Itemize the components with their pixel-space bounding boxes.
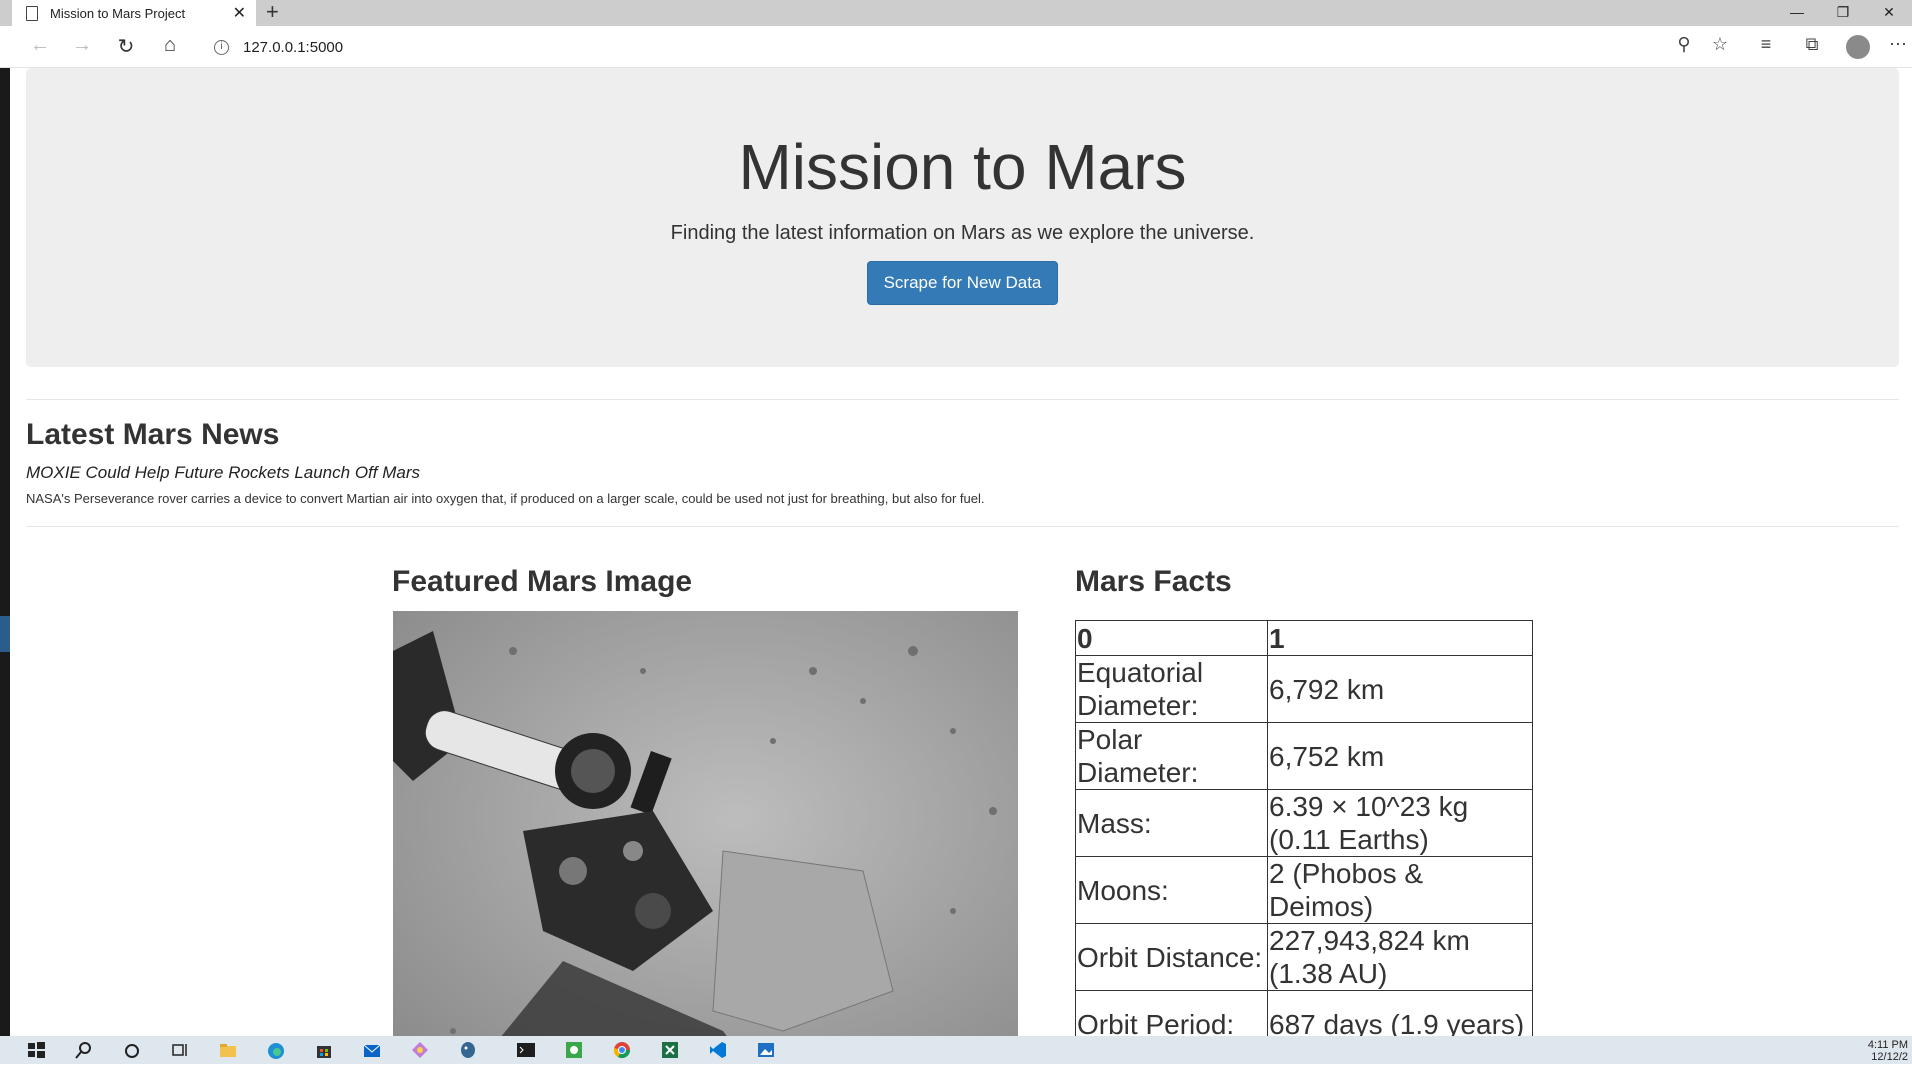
fact-value: 6.39 × 10^23 kg (0.11 Earths): [1267, 789, 1533, 857]
vscode-icon[interactable]: [708, 1040, 728, 1060]
page-title: Mission to Mars: [738, 131, 1187, 203]
news-title: MOXIE Could Help Future Rockets Launch O…: [26, 463, 420, 482]
fact-value: 227,943,824 km (1.38 AU): [1267, 923, 1533, 991]
task-view-icon[interactable]: [170, 1040, 190, 1060]
fact-value: 6,792 km: [1267, 655, 1533, 723]
page-icon: [26, 5, 38, 21]
fact-label: Polar Diameter:: [1075, 722, 1268, 790]
scrape-button[interactable]: Scrape for New Data: [866, 261, 1059, 305]
profile-avatar[interactable]: [1846, 35, 1870, 59]
clock-time: 4:11 PM: [1867, 1039, 1908, 1051]
forward-icon[interactable]: →: [68, 34, 96, 57]
table-header-row: 0 1: [1075, 620, 1533, 656]
divider: [26, 399, 1899, 400]
fact-label: Orbit Period:: [1075, 990, 1268, 1036]
column-header: 0: [1075, 620, 1268, 656]
tab-title: Mission to Mars Project: [50, 5, 186, 21]
background-window-edge: [0, 68, 10, 1036]
back-icon[interactable]: ←: [26, 34, 54, 57]
jumbotron: Mission to Mars Finding the latest infor…: [26, 68, 1899, 367]
window-controls: — ❐ ✕: [1774, 0, 1912, 26]
minimize-button[interactable]: —: [1774, 0, 1820, 26]
collections-icon[interactable]: ⧉: [1798, 34, 1826, 55]
cortana-icon[interactable]: [122, 1040, 142, 1060]
system-clock[interactable]: 4:11 PM 12/12/2: [1868, 1039, 1908, 1063]
address-bar[interactable]: i 127.0.0.1:5000: [200, 32, 1740, 62]
excel-icon[interactable]: [660, 1040, 680, 1060]
zoom-icon[interactable]: ⚲: [1670, 34, 1698, 55]
favorites-list-icon[interactable]: ≡: [1752, 34, 1780, 55]
table-row: Orbit Period: 687 days (1.9 years): [1075, 990, 1533, 1036]
windows-taskbar: 4:11 PM 12/12/2: [0, 1036, 1912, 1064]
table-row: Polar Diameter: 6,752 km: [1075, 722, 1533, 790]
file-explorer-icon[interactable]: [218, 1040, 238, 1060]
page-viewport: Mission to Mars Finding the latest infor…: [10, 68, 1912, 1036]
postgresql-icon[interactable]: [458, 1040, 478, 1060]
fact-value: 6,752 km: [1267, 722, 1533, 790]
app-green-icon[interactable]: [564, 1040, 584, 1060]
new-tab-button[interactable]: +: [266, 0, 279, 24]
more-options-icon[interactable]: ⋯: [1884, 34, 1912, 55]
mars-facts-table: 0 1 Equatorial Diameter: 6,792 km Polar …: [1075, 620, 1533, 1036]
fact-label: Moons:: [1075, 856, 1268, 924]
close-window-button[interactable]: ✕: [1866, 0, 1912, 26]
divider: [26, 526, 1899, 527]
close-tab-icon[interactable]: ✕: [233, 3, 246, 23]
news-paragraph: NASA's Perseverance rover carries a devi…: [26, 491, 985, 506]
fact-label: Equatorial Diameter:: [1075, 655, 1268, 723]
facts-heading: Mars Facts: [1075, 565, 1232, 598]
fact-value: 2 (Phobos & Deimos): [1267, 856, 1533, 924]
terminal-icon[interactable]: [516, 1040, 536, 1060]
page-subtitle: Finding the latest information on Mars a…: [670, 222, 1255, 244]
featured-image-heading: Featured Mars Image: [392, 565, 693, 598]
fact-value: 687 days (1.9 years): [1267, 990, 1533, 1036]
fact-label: Orbit Distance:: [1075, 923, 1268, 991]
store-icon[interactable]: [314, 1040, 334, 1060]
paint-icon[interactable]: [410, 1040, 430, 1060]
search-icon[interactable]: [74, 1040, 94, 1060]
table-row: Moons: 2 (Phobos & Deimos): [1075, 856, 1533, 924]
table-row: Orbit Distance: 227,943,824 km (1.38 AU): [1075, 923, 1533, 991]
table-row: Equatorial Diameter: 6,792 km: [1075, 655, 1533, 723]
home-icon[interactable]: ⌂: [156, 34, 184, 57]
windows-start-icon[interactable]: [26, 1040, 46, 1060]
restore-button[interactable]: ❐: [1820, 0, 1866, 26]
favorite-star-icon[interactable]: ☆: [1706, 34, 1734, 55]
refresh-icon[interactable]: ↻: [112, 34, 140, 59]
chrome-icon[interactable]: [612, 1040, 632, 1060]
browser-toolbar: ← → ↻ ⌂ i 127.0.0.1:5000 ⚲ ☆ ≡ ⧉ ⋯: [0, 26, 1912, 68]
site-info-icon[interactable]: i: [214, 39, 229, 55]
browser-tab-bar: Mission to Mars Project ✕ + — ❐ ✕: [0, 0, 1912, 26]
featured-mars-image: [393, 611, 1018, 1036]
fact-label: Mass:: [1075, 789, 1268, 857]
news-heading: Latest Mars News: [26, 418, 280, 451]
address-text: 127.0.0.1:5000: [243, 38, 344, 56]
clock-date: 12/12/2: [1871, 1051, 1908, 1063]
browser-tab[interactable]: Mission to Mars Project ✕: [12, 0, 256, 26]
edge-browser-icon[interactable]: [266, 1040, 286, 1060]
column-header: 1: [1267, 620, 1533, 656]
photos-icon[interactable]: [756, 1040, 776, 1060]
mail-icon[interactable]: [362, 1040, 382, 1060]
table-row: Mass: 6.39 × 10^23 kg (0.11 Earths): [1075, 789, 1533, 857]
